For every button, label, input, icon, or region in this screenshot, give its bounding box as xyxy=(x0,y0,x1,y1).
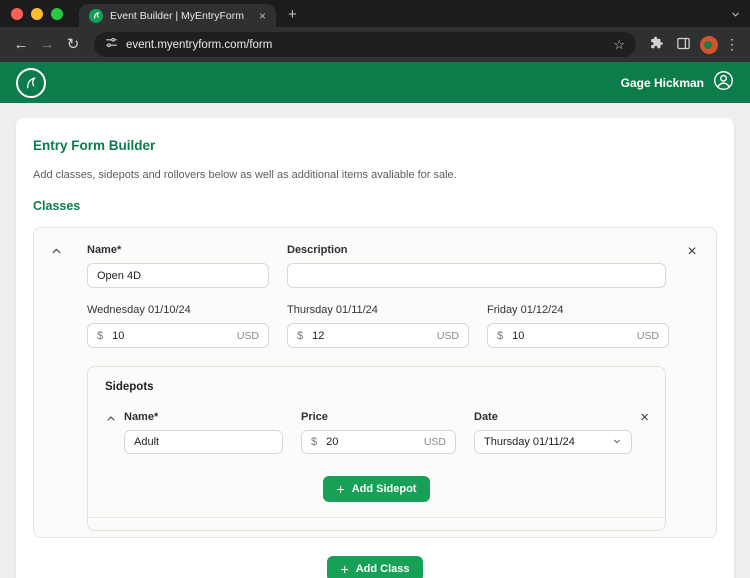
day-label: Thursday 01/11/24 xyxy=(287,304,469,316)
currency-symbol: $ xyxy=(97,330,103,342)
tab-close-icon[interactable]: × xyxy=(259,9,266,23)
add-sidepot-button[interactable]: + Add Sidepot xyxy=(323,476,431,502)
site-info-icon[interactable] xyxy=(105,36,118,54)
browser-profile-avatar[interactable] xyxy=(700,36,718,54)
class-panel: Name* Description × Wednesday 01/10/24 $ xyxy=(33,227,717,538)
page-subtitle: Add classes, sidepots and rollovers belo… xyxy=(33,169,717,181)
app-logo-icon[interactable] xyxy=(16,68,46,98)
back-icon[interactable]: ← xyxy=(10,37,32,52)
currency-unit: USD xyxy=(424,436,446,448)
add-class-row: + Add Class xyxy=(33,556,717,578)
class-collapse-chevron-icon[interactable] xyxy=(50,244,70,288)
class-name-label: Name* xyxy=(87,244,269,256)
sidepot-date-field: Date Thursday 01/11/24 xyxy=(474,411,632,454)
currency-unit: USD xyxy=(437,330,459,342)
day-price-field: Thursday 01/11/24 $ USD xyxy=(287,304,469,348)
sidepot-price-input[interactable] xyxy=(326,436,424,448)
sidepots-heading: Sidepots xyxy=(104,381,649,393)
sidepots-footer-divider xyxy=(88,517,665,530)
sidepot-price-label: Price xyxy=(301,411,456,423)
window-controls xyxy=(0,8,73,27)
user-menu[interactable]: Gage Hickman xyxy=(621,70,734,96)
day-price-input[interactable] xyxy=(512,330,637,342)
user-name: Gage Hickman xyxy=(621,76,704,90)
class-header-row: Name* Description × xyxy=(50,244,700,288)
bookmark-star-icon[interactable]: ☆ xyxy=(613,37,625,53)
form-builder-card: Entry Form Builder Add classes, sidepots… xyxy=(16,118,734,578)
currency-symbol: $ xyxy=(497,330,503,342)
tab-title: Event Builder | MyEntryForm xyxy=(110,10,244,22)
day-price-input[interactable] xyxy=(112,330,237,342)
extensions-icon[interactable] xyxy=(646,36,668,53)
class-day-prices: Wednesday 01/10/24 $ USD Thursday 01/11/… xyxy=(87,304,700,348)
url-text[interactable]: event.myentryform.com/form xyxy=(126,39,605,51)
day-price-input-group[interactable]: $ USD xyxy=(487,323,669,348)
plus-icon: + xyxy=(337,484,345,494)
add-sidepot-label: Add Sidepot xyxy=(352,483,417,495)
add-sidepot-row: + Add Sidepot xyxy=(104,476,649,502)
chevron-down-icon xyxy=(612,436,622,449)
sidepot-price-field: Price $ USD xyxy=(301,411,456,454)
page-title: Entry Form Builder xyxy=(33,138,717,153)
currency-symbol: $ xyxy=(311,436,317,448)
class-fields: Name* Description xyxy=(87,244,666,288)
sidepot-name-label: Name* xyxy=(124,411,283,423)
browser-titlebar: Event Builder | MyEntryForm × + xyxy=(0,0,750,27)
sidepot-row: Name* Price $ USD Date xyxy=(104,411,649,454)
address-bar[interactable]: event.myentryform.com/form ☆ xyxy=(94,32,636,57)
sidepot-name-field: Name* xyxy=(124,411,283,454)
day-price-input-group[interactable]: $ USD xyxy=(287,323,469,348)
sidepot-name-input[interactable] xyxy=(124,430,283,454)
tab-search-chevron-icon[interactable] xyxy=(730,7,741,25)
currency-unit: USD xyxy=(637,330,659,342)
window-minimize-button[interactable] xyxy=(31,8,43,20)
day-price-field: Wednesday 01/10/24 $ USD xyxy=(87,304,269,348)
window-zoom-button[interactable] xyxy=(51,8,63,20)
day-price-input[interactable] xyxy=(312,330,437,342)
class-name-input[interactable] xyxy=(87,263,269,288)
class-description-field: Description xyxy=(287,244,666,288)
browser-tab[interactable]: Event Builder | MyEntryForm × xyxy=(79,4,276,27)
class-name-field: Name* xyxy=(87,244,269,288)
new-tab-button[interactable]: + xyxy=(288,6,297,23)
class-description-label: Description xyxy=(287,244,666,256)
classes-heading: Classes xyxy=(33,199,717,213)
plus-icon: + xyxy=(341,564,349,574)
day-price-input-group[interactable]: $ USD xyxy=(87,323,269,348)
currency-symbol: $ xyxy=(297,330,303,342)
side-panel-icon[interactable] xyxy=(672,36,694,54)
page-content: Entry Form Builder Add classes, sidepots… xyxy=(0,103,750,578)
forward-icon[interactable]: → xyxy=(36,37,58,52)
class-description-input[interactable] xyxy=(287,263,666,288)
sidepot-price-input-group[interactable]: $ USD xyxy=(301,430,456,454)
day-label: Wednesday 01/10/24 xyxy=(87,304,269,316)
currency-unit: USD xyxy=(237,330,259,342)
add-class-label: Add Class xyxy=(356,563,410,575)
window-close-button[interactable] xyxy=(11,8,23,20)
day-price-field: Friday 01/12/24 $ USD xyxy=(487,304,669,348)
sidepots-panel: Sidepots Name* Price $ xyxy=(87,366,666,531)
sidepot-date-select[interactable]: Thursday 01/11/24 xyxy=(474,430,632,454)
sidepot-collapse-chevron-icon[interactable] xyxy=(105,412,118,430)
reload-icon[interactable]: ↻ xyxy=(62,37,84,52)
sidepot-remove-icon[interactable]: × xyxy=(640,411,649,425)
class-remove-icon[interactable]: × xyxy=(684,244,700,288)
tab-favicon-icon xyxy=(89,9,103,23)
app-header: Gage Hickman xyxy=(0,62,750,103)
sidepot-fields: Name* Price $ USD Date xyxy=(124,411,632,454)
sidepot-date-value: Thursday 01/11/24 xyxy=(484,436,575,448)
browser-toolbar: ← → ↻ event.myentryform.com/form ☆ ⋮ xyxy=(0,27,750,62)
account-icon[interactable] xyxy=(713,70,734,96)
avatar-dot xyxy=(704,41,712,49)
day-label: Friday 01/12/24 xyxy=(487,304,669,316)
add-class-button[interactable]: + Add Class xyxy=(327,556,424,578)
sidepot-date-label: Date xyxy=(474,411,632,423)
browser-menu-icon[interactable]: ⋮ xyxy=(724,36,740,53)
